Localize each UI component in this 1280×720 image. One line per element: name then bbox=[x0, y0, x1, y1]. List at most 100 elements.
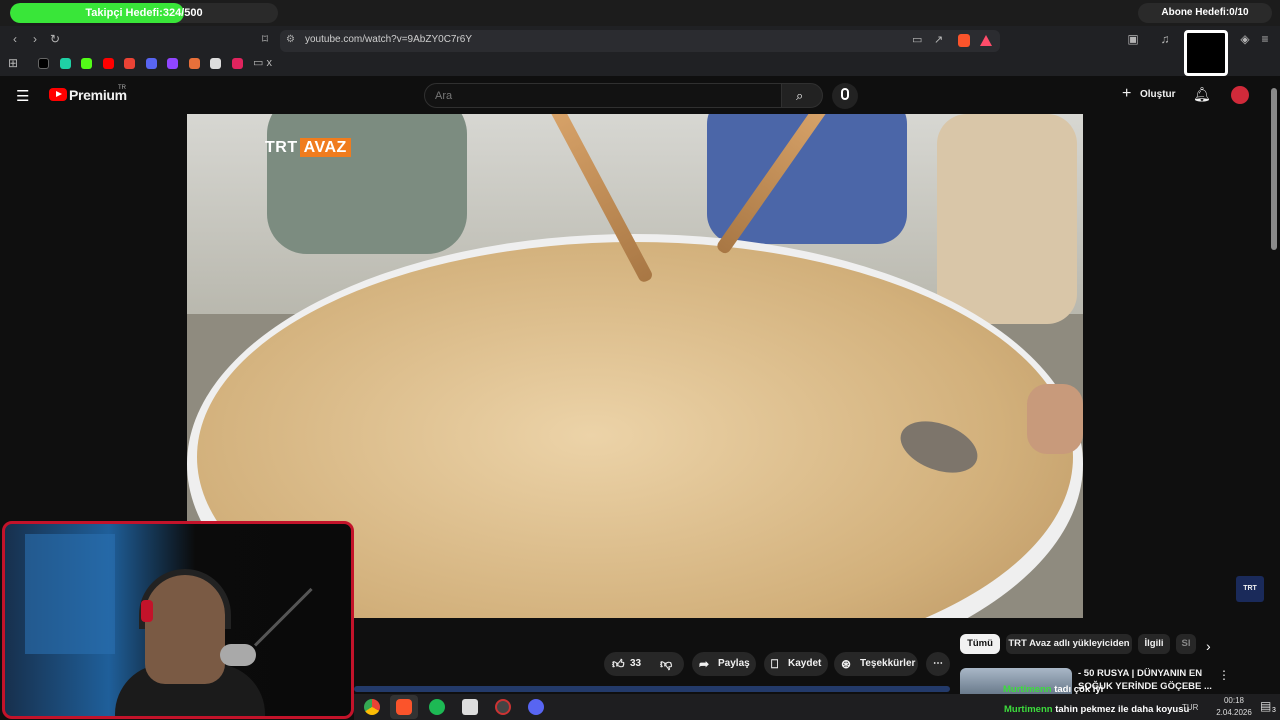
twitch-bookmark-icon[interactable] bbox=[167, 58, 178, 69]
youtube-region: TR bbox=[118, 85, 126, 91]
save-button[interactable]: ⎕ Kaydet bbox=[764, 652, 828, 676]
menu-icon[interactable]: ≡ bbox=[1258, 32, 1272, 46]
gmail-bookmark-icon[interactable] bbox=[124, 58, 135, 69]
create-label: Oluştur bbox=[1140, 89, 1176, 100]
taskbar-date[interactable]: 2.04.2026 bbox=[1206, 708, 1262, 717]
notification-count: 3 bbox=[1272, 707, 1276, 714]
plus-icon: + bbox=[1122, 85, 1132, 102]
bookmark-folder-label: x bbox=[266, 57, 272, 69]
chip-from-uploader[interactable]: TRT Avaz adlı yükleyiciden bbox=[1006, 634, 1132, 654]
search-input[interactable]: Ara bbox=[424, 83, 782, 108]
more-actions-button[interactable]: ⋯ bbox=[926, 652, 950, 676]
hamburger-menu-icon[interactable]: ☰ bbox=[16, 87, 29, 105]
chip-all[interactable]: Tümü bbox=[960, 634, 1000, 654]
search-icon: ⌕ bbox=[796, 88, 804, 103]
brave-rewards-icon[interactable] bbox=[980, 35, 992, 46]
reload-icon[interactable]: ↻ bbox=[48, 32, 62, 46]
kick-bookmark-icon[interactable] bbox=[81, 58, 92, 69]
url-text: youtube.com/watch?v=9AbZY0C7r6Y bbox=[305, 34, 473, 45]
notification-center-icon[interactable]: ▤ bbox=[1260, 699, 1271, 713]
bookmark-10-icon[interactable] bbox=[232, 58, 243, 69]
chat-message-2: Murtimenn tahin pekmez ile daha koyusu bbox=[1004, 704, 1189, 715]
thanks-label: Teşekkürler bbox=[860, 658, 916, 669]
discord-taskbar-icon[interactable] bbox=[528, 699, 544, 715]
forward-icon[interactable]: › bbox=[28, 32, 42, 46]
webcam-overlay bbox=[2, 521, 354, 719]
spotify-taskbar-icon[interactable] bbox=[429, 699, 445, 715]
headset-icon bbox=[139, 569, 231, 629]
site-info-icon[interactable]: ⚙ bbox=[286, 34, 295, 45]
like-dislike-group: 👍︎ 33 👎︎ bbox=[604, 652, 684, 676]
music-icon[interactable]: ♫ bbox=[1158, 32, 1172, 46]
avatar[interactable] bbox=[1231, 86, 1249, 104]
more-horizontal-icon: ⋯ bbox=[933, 658, 943, 669]
sidebar-icon[interactable]: ▣ bbox=[1126, 32, 1140, 46]
windows-taskbar: Murtimenn tahin pekmez ile daha koyusu T… bbox=[354, 694, 1280, 720]
discord-bookmark-icon[interactable] bbox=[146, 58, 157, 69]
file-taskbar-icon[interactable] bbox=[462, 699, 478, 715]
obs-taskbar-icon[interactable] bbox=[495, 699, 511, 715]
x-bookmark-icon[interactable] bbox=[38, 58, 49, 69]
thumbs-down-icon: 👎︎ bbox=[660, 657, 673, 671]
chip-more[interactable]: Sl bbox=[1176, 634, 1196, 654]
channel-corner-logo[interactable]: TRT bbox=[1236, 576, 1264, 602]
vpn-icon[interactable]: ◈ bbox=[1238, 32, 1252, 46]
mic-arm bbox=[253, 587, 313, 647]
description-box-edge bbox=[354, 686, 950, 692]
stream-overlay-top: Takipçi Hedefi:324/500 Abone Hedefi:0/10 bbox=[0, 0, 1280, 26]
brave-shield-icon[interactable] bbox=[958, 34, 970, 47]
bookmark-8-icon[interactable] bbox=[189, 58, 200, 69]
like-count: 33 bbox=[630, 658, 642, 669]
youtube-header: ☰ Premium TR Ara ⌕ + Oluştur 🔔︎ bbox=[0, 76, 1270, 114]
address-bar[interactable]: ⚙ youtube.com/watch?v=9AbZY0C7r6Y ▭ ↗ bbox=[280, 30, 1000, 52]
chevron-right-icon[interactable]: › bbox=[1206, 638, 1211, 654]
share-arrow-icon: ➦ bbox=[699, 657, 710, 671]
taskbar-time[interactable]: 00:18 bbox=[1212, 696, 1256, 705]
page-scrollbar[interactable] bbox=[1271, 88, 1277, 250]
share-button[interactable]: ➦ Paylaş bbox=[692, 652, 756, 676]
trt-avaz-watermark: TRT AVAZ bbox=[265, 138, 351, 157]
chip-related[interactable]: İlgili bbox=[1138, 634, 1170, 654]
browser-toolbar: ‹ › ↻ ⌑ ⚙ youtube.com/watch?v=9AbZY0C7r6… bbox=[0, 26, 1280, 76]
like-button[interactable]: 👍︎ bbox=[612, 652, 625, 676]
chrome-taskbar-icon[interactable] bbox=[364, 699, 380, 715]
cast-icon[interactable]: ▭ bbox=[912, 33, 922, 46]
apps-grid-icon[interactable]: ⊞ bbox=[6, 56, 20, 70]
save-bookmark-icon: ⎕ bbox=[771, 657, 779, 671]
suggestion-menu-icon[interactable]: ⋮ bbox=[1218, 668, 1230, 682]
brave-taskbar-icon[interactable] bbox=[396, 699, 412, 715]
search-button[interactable]: ⌕ bbox=[781, 83, 823, 108]
bookmark-folder[interactable]: ▭ x bbox=[253, 56, 272, 69]
notifications-bell-icon[interactable]: 🔔︎ bbox=[1193, 86, 1211, 103]
follower-goal-text: Takipçi Hedefi:324/500 bbox=[85, 7, 203, 19]
suggestion-title-1[interactable]: - 50 RUSYA | DÜNYANIN EN bbox=[1078, 668, 1202, 679]
headset-earcup bbox=[141, 600, 153, 622]
search-placeholder: Ara bbox=[435, 90, 453, 102]
watermark-avaz: AVAZ bbox=[299, 138, 351, 157]
thumbs-up-icon: 👍︎ bbox=[612, 657, 625, 671]
streamer-logo-overlay bbox=[1184, 30, 1228, 76]
save-label: Kaydet bbox=[788, 658, 822, 669]
language-indicator[interactable]: TUR bbox=[1182, 703, 1198, 712]
bookmark-2-icon[interactable] bbox=[60, 58, 71, 69]
follower-goal-bar: Takipçi Hedefi:324/500 bbox=[10, 3, 278, 23]
video-child bbox=[937, 114, 1077, 324]
voice-search-button[interactable] bbox=[832, 83, 858, 109]
chat-text-2: tahin pekmez ile daha koyusu bbox=[1055, 704, 1190, 715]
watermark-trt: TRT bbox=[265, 139, 298, 156]
youtube-bookmark-icon[interactable] bbox=[103, 58, 114, 69]
share-icon[interactable]: ↗ bbox=[934, 33, 943, 46]
bookmark-icon[interactable]: ⌑ bbox=[258, 32, 272, 46]
create-button[interactable]: + Oluştur bbox=[1116, 83, 1180, 107]
thanks-icon: ⊛ bbox=[841, 657, 852, 671]
webcam-window-light bbox=[25, 534, 115, 654]
bookmark-9-icon[interactable] bbox=[210, 58, 221, 69]
video-person-left bbox=[267, 114, 467, 254]
microphone-icon bbox=[841, 88, 849, 100]
back-icon[interactable]: ‹ bbox=[8, 32, 22, 46]
thanks-button[interactable]: ⊛ Teşekkürler bbox=[834, 652, 918, 676]
chat-user-2: Murtimenn bbox=[1004, 704, 1053, 715]
microphone bbox=[220, 644, 256, 666]
dislike-button[interactable]: 👎︎ bbox=[660, 652, 672, 676]
youtube-logo-icon[interactable] bbox=[49, 88, 67, 101]
